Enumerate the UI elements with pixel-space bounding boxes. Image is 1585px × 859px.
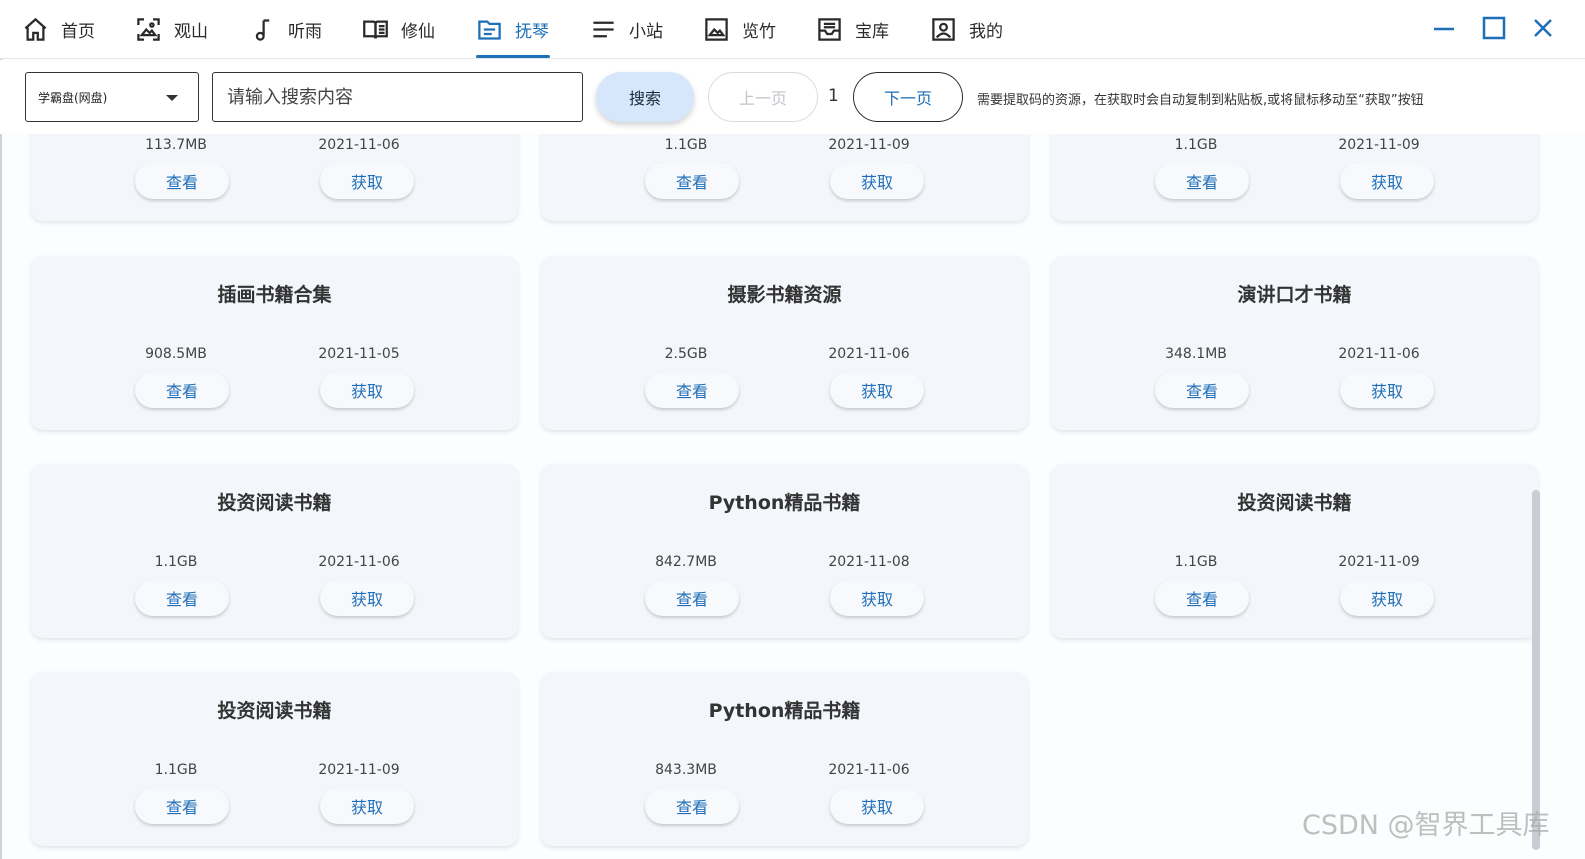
get-button[interactable]: 获取 [320,788,414,824]
nav-item-mountain[interactable]: 观山 [135,0,208,59]
resource-card: 投资阅读书籍 1.1GB 2021-11-09 查看 获取 [31,672,518,846]
scrollbar-thumb[interactable] [1532,490,1540,850]
maximize-button[interactable] [1478,12,1510,44]
nav-item-home[interactable]: 首页 [22,0,95,59]
minimize-icon [1434,27,1454,31]
hint-text: 需要提取码的资源，在获取时会自动复制到粘贴板,或将鼠标移动至“获取”按钮 [977,93,1424,108]
nav-label-station: 小站 [629,22,663,42]
card-title: Python精品书籍 [708,492,861,514]
get-button[interactable]: 获取 [320,163,414,199]
get-button[interactable]: 获取 [320,580,414,616]
resource-grid: 113.7MB 2021-11-06 查看 获取 1.1GB 2021-11-0… [0,134,1585,859]
view-button[interactable]: 查看 [135,788,229,824]
image-scan-icon [137,18,160,41]
resource-card: 113.7MB 2021-11-06 查看 获取 [31,134,518,221]
resource-card: Python精品书籍 843.3MB 2021-11-06 查看 获取 [541,672,1028,846]
inbox-icon [818,18,841,41]
get-button[interactable]: 获取 [830,580,924,616]
view-button[interactable]: 查看 [645,163,739,199]
nav-item-treasury[interactable]: 宝库 [816,0,889,59]
resource-card: 1.1GB 2021-11-09 查看 获取 [1051,134,1538,221]
resource-card: 插画书籍合集 908.5MB 2021-11-05 查看 获取 [31,256,518,430]
next-page-button[interactable]: 下一页 [853,72,963,122]
nav-label-rain: 听雨 [288,22,322,42]
active-tab-indicator [476,55,550,58]
music-note-icon [255,19,270,41]
card-title: 投资阅读书籍 [1237,492,1352,514]
card-title: 演讲口才书籍 [1237,284,1352,306]
source-select-value: 学霸盘(网盘) [38,90,108,105]
menu-lines-icon [593,21,614,38]
view-button[interactable]: 查看 [135,163,229,199]
view-button[interactable]: 查看 [1155,372,1249,408]
card-title: 投资阅读书籍 [217,700,332,722]
profile-icon [932,18,955,41]
view-button[interactable]: 查看 [1155,580,1249,616]
source-select[interactable]: 学霸盘(网盘) [25,72,199,122]
view-button[interactable]: 查看 [1155,163,1249,199]
folder-icon [478,20,501,40]
get-button[interactable]: 获取 [830,163,924,199]
get-button[interactable]: 获取 [1340,163,1434,199]
resource-card: 1.1GB 2021-11-09 查看 获取 [541,134,1028,221]
get-button[interactable]: 获取 [1340,580,1434,616]
nav-label-qin: 抚琴 [515,22,549,42]
search-button[interactable]: 搜索 [596,72,694,122]
view-button[interactable]: 查看 [135,372,229,408]
nav-label-treasury: 宝库 [855,22,889,42]
close-icon [1534,19,1552,37]
top-nav-bar: 首页 观山 听雨 修仙 抚琴 小站 览竹 宝库 我的 [0,0,1585,59]
get-button[interactable]: 获取 [1340,372,1434,408]
picture-icon [705,18,728,41]
minimize-button[interactable] [1428,12,1460,44]
app-window: 首页 观山 听雨 修仙 抚琴 小站 览竹 宝库 我的 学霸盘(网盘) 请输入搜索… [0,0,1585,859]
nav-item-station[interactable]: 小站 [590,0,663,59]
nav-label-cultivate: 修仙 [401,22,435,42]
resource-card: 摄影书籍资源 2.5GB 2021-11-06 查看 获取 [541,256,1028,430]
nav-item-qin[interactable]: 抚琴 [476,0,549,59]
nav-item-rain[interactable]: 听雨 [249,0,322,59]
resource-card: 演讲口才书籍 348.1MB 2021-11-06 查看 获取 [1051,256,1538,430]
search-input[interactable] [212,72,583,122]
home-icon [24,17,47,41]
resource-card: 投资阅读书籍 1.1GB 2021-11-06 查看 获取 [31,464,518,638]
card-title: 摄影书籍资源 [727,284,842,306]
get-button[interactable]: 获取 [830,788,924,824]
prev-page-button[interactable]: 上一页 [708,72,818,122]
nav-label-mountain: 观山 [174,22,208,42]
maximize-icon [1482,16,1506,40]
close-button[interactable] [1527,12,1559,44]
resource-card: 投资阅读书籍 1.1GB 2021-11-09 查看 获取 [1051,464,1538,638]
resource-card: Python精品书籍 842.7MB 2021-11-08 查看 获取 [541,464,1028,638]
view-button[interactable]: 查看 [645,788,739,824]
nav-item-mine[interactable]: 我的 [930,0,1003,59]
book-open-icon [363,20,388,39]
view-button[interactable]: 查看 [645,580,739,616]
caret-down-icon [166,95,178,101]
nav-item-cultivate[interactable]: 修仙 [362,0,435,59]
get-button[interactable]: 获取 [320,372,414,408]
card-title: 插画书籍合集 [217,284,332,306]
get-button[interactable]: 获取 [830,372,924,408]
page-number: 1 [828,86,839,106]
nav-label-bamboo: 览竹 [742,22,776,42]
search-toolbar: 学霸盘(网盘) 搜索 上一页 1 下一页 需要提取码的资源，在获取时会自动复制到… [0,60,1585,134]
watermark: CSDN @智界工具库 [1302,810,1550,841]
view-button[interactable]: 查看 [135,580,229,616]
view-button[interactable]: 查看 [645,372,739,408]
card-title: 投资阅读书籍 [217,492,332,514]
nav-label-home: 首页 [61,22,95,42]
nav-item-bamboo[interactable]: 览竹 [703,0,776,59]
nav-label-mine: 我的 [969,22,1003,42]
card-title: Python精品书籍 [708,700,861,722]
